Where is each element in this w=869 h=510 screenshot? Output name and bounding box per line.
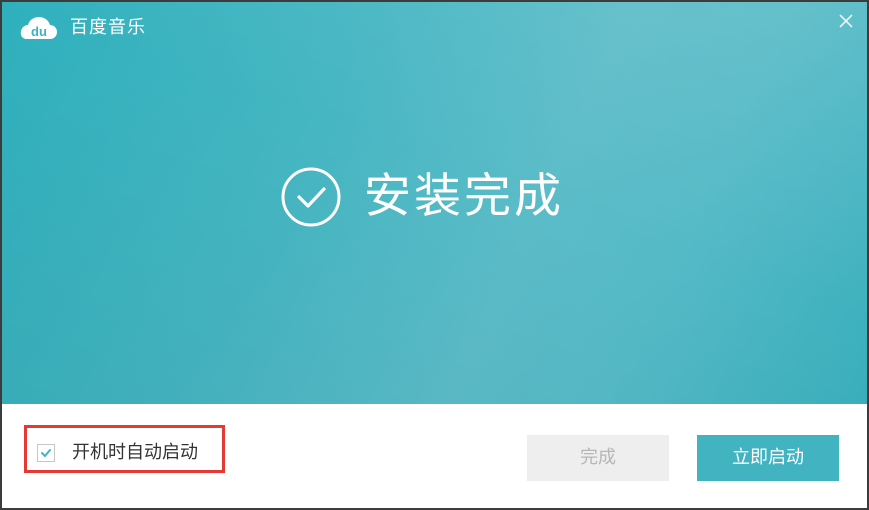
check-circle-icon [281,167,341,227]
close-icon[interactable] [835,10,857,32]
installer-window: du 百度音乐 安装完成 开机时自动启动 完成 立即启动 [0,0,869,510]
baidu-music-logo-icon: du [20,17,57,39]
launch-now-button[interactable]: 立即启动 [697,435,839,481]
title-bar: du 百度音乐 [2,2,867,54]
autostart-label[interactable]: 开机时自动启动 [72,442,198,464]
status-text: 安装完成 [364,169,564,224]
install-status: 安装完成 [2,162,867,242]
footer-bar: 开机时自动启动 完成 立即启动 [2,404,867,508]
checkmark-icon [41,449,51,457]
logo-text: du [31,24,47,39]
autostart-checkbox[interactable] [37,444,55,462]
app-title: 百度音乐 [70,17,146,38]
finish-button[interactable]: 完成 [527,435,669,481]
